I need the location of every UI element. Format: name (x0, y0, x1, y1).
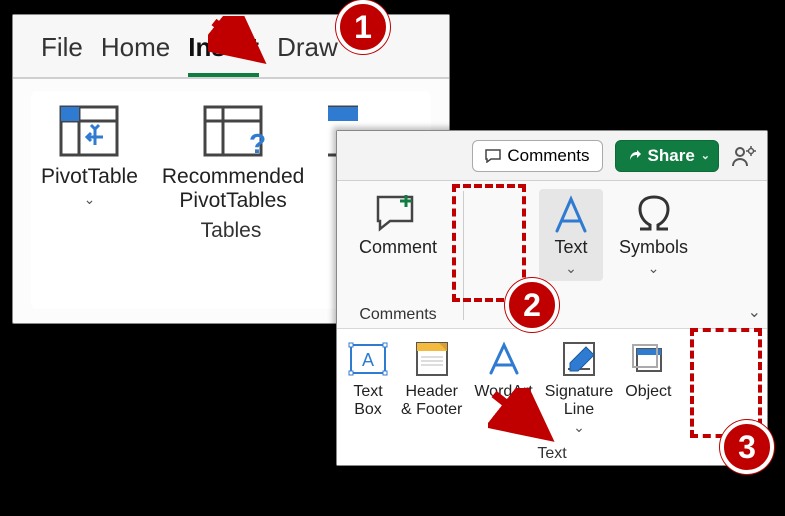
annotation-badge-3: 3 (720, 420, 774, 474)
text-a-icon (547, 193, 595, 235)
textbox-icon: A (347, 339, 389, 379)
symbols-dropdown-button[interactable]: Symbols ⌄ (611, 189, 696, 281)
tab-file[interactable]: File (41, 32, 83, 77)
share-button-label: Share (648, 146, 695, 166)
new-comment-icon (374, 193, 422, 235)
tab-draw[interactable]: Draw (277, 32, 338, 77)
share-button[interactable]: Share ⌄ (615, 140, 719, 172)
comment-bubble-icon (485, 149, 501, 163)
chevron-down-icon: ⌄ (573, 420, 585, 435)
chevron-down-icon: ⌄ (565, 260, 577, 277)
object-icon (627, 339, 669, 379)
divider (463, 191, 464, 320)
group-comments-label: Comments (359, 306, 436, 326)
comments-button[interactable]: Comments (472, 140, 602, 172)
text-dropdown-label: Text (554, 237, 587, 258)
svg-text:?: ? (249, 128, 265, 159)
comments-button-label: Comments (507, 146, 589, 166)
header-footer-label: Header & Footer (401, 383, 462, 418)
ribbon-expand-icon[interactable]: ⌄ (748, 302, 761, 322)
pivottable-label: PivotTable (41, 165, 138, 189)
chevron-down-icon: ⌄ (701, 149, 710, 162)
object-label: Object (625, 383, 671, 401)
omega-icon (630, 193, 678, 235)
title-bar-right: Comments Share ⌄ (337, 131, 767, 181)
chevron-down-icon: ⌄ (84, 191, 96, 207)
annotation-badge-1: 1 (336, 0, 390, 54)
share-icon (628, 149, 642, 163)
wordart-icon (483, 339, 525, 379)
pivottable-button[interactable]: PivotTable ⌄ (41, 103, 138, 207)
symbols-dropdown-label: Symbols (619, 237, 688, 258)
header-footer-icon (411, 339, 453, 379)
signature-icon (558, 339, 600, 379)
text-dropdown-button[interactable]: Text ⌄ (539, 189, 603, 281)
tab-home[interactable]: Home (101, 32, 170, 77)
svg-text:A: A (362, 350, 374, 370)
chevron-down-icon: ⌄ (648, 260, 660, 277)
annotation-arrow-2 (488, 388, 558, 448)
annotation-badge-2: 2 (505, 278, 559, 332)
textbox-label: Text Box (353, 383, 382, 418)
annotation-arrow-1 (208, 16, 268, 66)
recommended-pivottables-button[interactable]: ? Recommended PivotTables (162, 103, 304, 213)
group-comments: Comment Comments (343, 185, 453, 326)
pivottable-icon (57, 103, 121, 159)
new-comment-button[interactable]: Comment (351, 189, 445, 262)
recommended-pivottables-label: Recommended PivotTables (162, 165, 304, 213)
new-comment-label: Comment (359, 237, 437, 258)
recommended-pivottables-icon: ? (201, 103, 265, 159)
people-icon[interactable] (731, 144, 757, 168)
